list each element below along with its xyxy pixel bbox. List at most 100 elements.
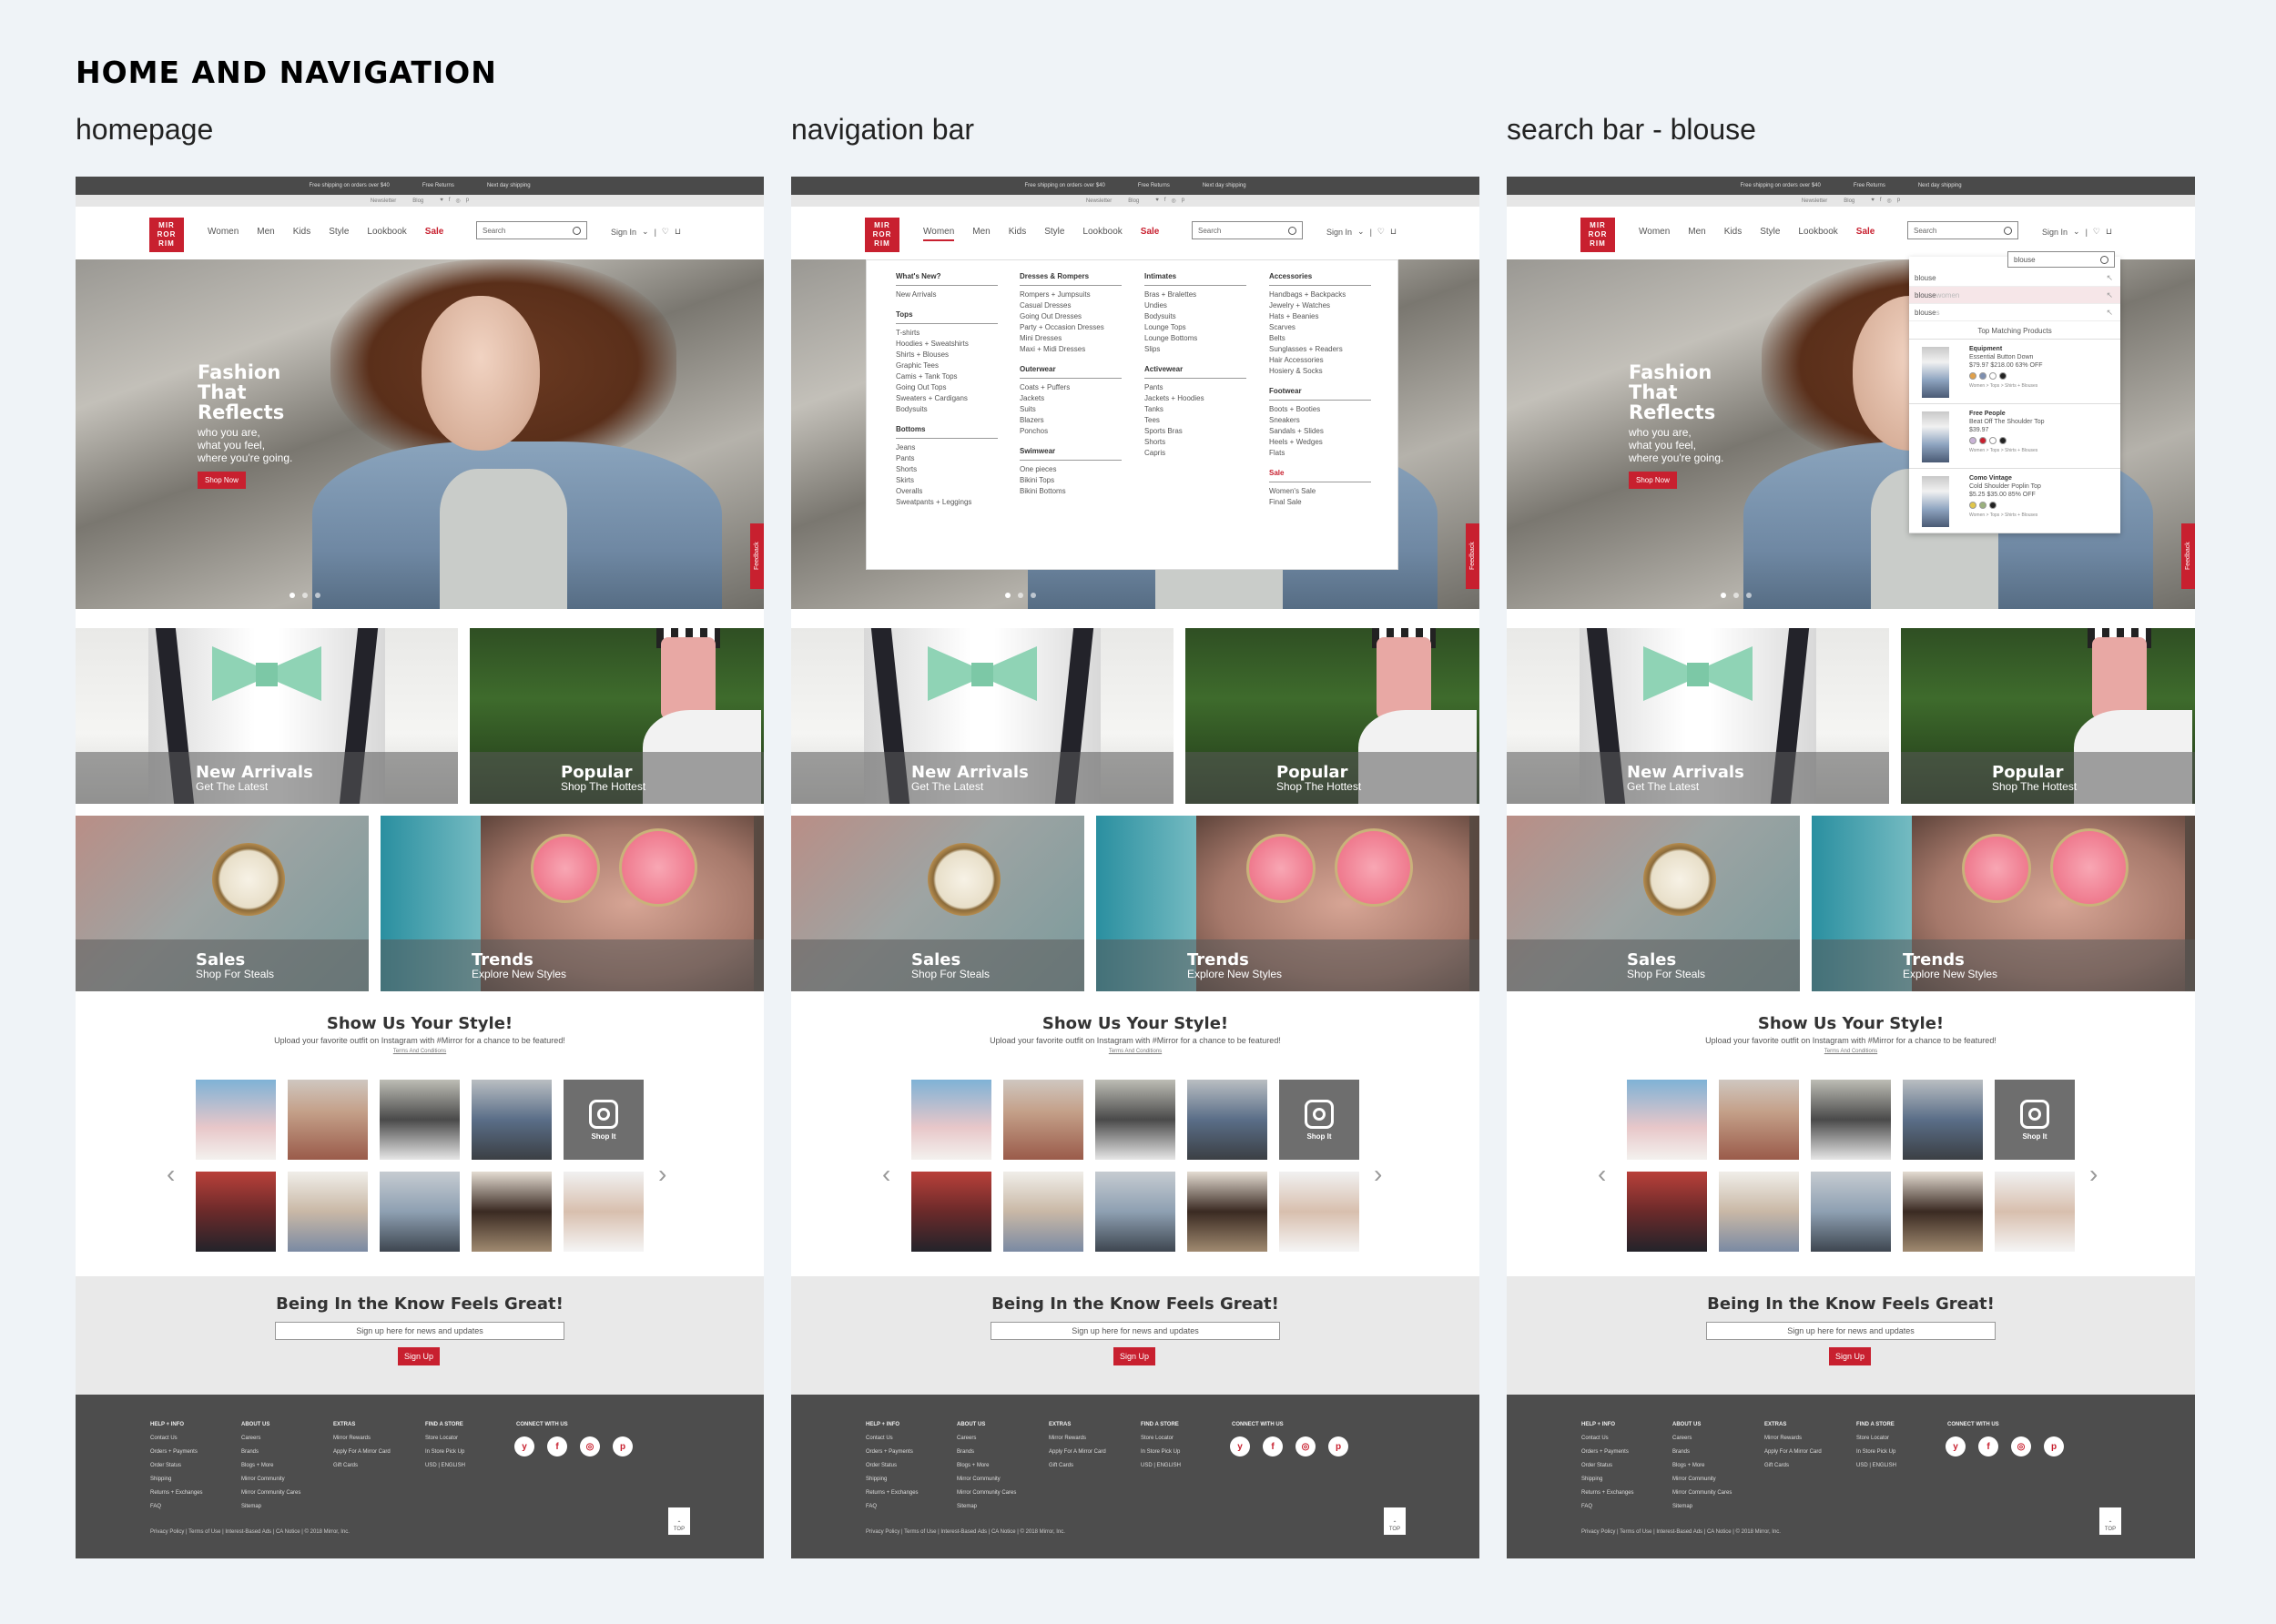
search-suggestion[interactable]: blouse ↖ [1909, 269, 2120, 287]
gallery-next-arrow[interactable]: › [2089, 1160, 2098, 1189]
terms-link[interactable]: Terms And Conditions [1507, 1049, 2195, 1054]
mega-menu-item[interactable]: Hosiery & Socks [1269, 366, 1371, 377]
sign-in-link[interactable]: Sign In [1326, 228, 1352, 237]
pinterest-icon[interactable]: p [2044, 1436, 2064, 1457]
footer-link[interactable]: Brands [957, 1446, 1016, 1459]
gallery-photo[interactable] [472, 1080, 552, 1160]
mega-menu-heading[interactable]: What's New? [896, 271, 998, 286]
mirror-logo[interactable]: MIR ROR RIM [865, 218, 899, 252]
legal-links[interactable]: Privacy Policy | Terms of Use | Interest… [1581, 1529, 1781, 1535]
mega-menu-item[interactable]: Shorts [1144, 437, 1246, 448]
footer-link[interactable]: Store Locator [425, 1432, 465, 1446]
mega-menu-item[interactable]: Bodysuits [896, 404, 998, 415]
hero-banner[interactable]: FashionThatReflects who you are,what you … [76, 259, 764, 609]
footer-link[interactable]: Orders + Payments [150, 1446, 203, 1459]
newsletter-link[interactable]: Newsletter [1086, 198, 1112, 204]
product-thumbnail[interactable] [1922, 347, 1949, 398]
instagram-icon[interactable]: ◎ [2011, 1436, 2031, 1457]
gallery-photo[interactable] [1003, 1172, 1083, 1252]
search-suggestion[interactable]: blouse women ↖ [1909, 287, 2120, 304]
back-to-top-button[interactable]: ⌃ TOP [2099, 1507, 2121, 1535]
footer-link[interactable]: Mirror Community [241, 1473, 300, 1487]
footer-link[interactable]: Contact Us [866, 1432, 919, 1446]
footer-link[interactable]: Order Status [1581, 1459, 1634, 1473]
footer-link[interactable]: Contact Us [150, 1432, 203, 1446]
color-swatch[interactable] [1989, 502, 1997, 509]
footer-link[interactable]: FAQ [866, 1500, 919, 1514]
gallery-photo[interactable] [911, 1080, 991, 1160]
carousel-dot[interactable] [290, 593, 295, 598]
footer-link[interactable]: Careers [1672, 1432, 1732, 1446]
twitter-icon[interactable]: ♥ [1155, 198, 1159, 204]
shop-now-button[interactable]: Shop Now [198, 472, 246, 489]
mega-menu-item[interactable]: Sandals + Slides [1269, 426, 1371, 437]
footer-link[interactable]: Gift Cards [1764, 1459, 1822, 1473]
gallery-photo[interactable] [1187, 1172, 1267, 1252]
arrow-up-left-icon[interactable]: ↖ [2106, 273, 2113, 283]
mega-menu-item[interactable]: Party + Occasion Dresses [1020, 322, 1122, 333]
heart-icon[interactable]: ♡ [1377, 227, 1385, 237]
category-tile-sales[interactable]: Sales Shop For Steals [791, 816, 1084, 991]
color-swatch[interactable] [1989, 372, 1997, 380]
footer-link[interactable]: Sitemap [241, 1500, 300, 1514]
instagram-icon[interactable]: ◎ [580, 1436, 600, 1457]
category-tile-popular[interactable]: Popular Shop The Hottest [1185, 628, 1479, 804]
instagram-icon[interactable]: ◎ [1887, 198, 1892, 204]
shop-it-instagram-tile[interactable]: Shop It [1279, 1080, 1359, 1160]
product-thumbnail[interactable] [1922, 411, 1949, 462]
footer-link[interactable]: Blogs + More [241, 1459, 300, 1473]
mega-menu-item[interactable]: Graphic Tees [896, 360, 998, 371]
footer-link[interactable]: Order Status [150, 1459, 203, 1473]
mega-menu-item[interactable]: Jackets [1020, 393, 1122, 404]
mega-menu-item[interactable]: Skirts [896, 475, 998, 486]
footer-link[interactable]: Blogs + More [957, 1459, 1016, 1473]
mega-menu-item[interactable]: Shirts + Blouses [896, 350, 998, 360]
back-to-top-button[interactable]: ⌃ TOP [668, 1507, 690, 1535]
newsletter-email-input[interactable]: Sign up here for news and updates [275, 1322, 564, 1340]
mega-menu-item[interactable]: Slips [1144, 344, 1246, 355]
mega-menu-item[interactable]: Sweatpants + Leggings [896, 497, 998, 508]
footer-link[interactable]: Returns + Exchanges [150, 1487, 203, 1500]
mega-menu-item[interactable]: Sneakers [1269, 415, 1371, 426]
footer-link[interactable]: In Store Pick Up [425, 1446, 465, 1459]
blog-link[interactable]: Blog [1844, 198, 1854, 204]
newsletter-email-input[interactable]: Sign up here for news and updates [1706, 1322, 1996, 1340]
matching-product[interactable]: Como Vintage Cold Shoulder Poplin Top $5.2… [1909, 469, 2120, 533]
mega-menu-item[interactable]: Hair Accessories [1269, 355, 1371, 366]
gallery-photo[interactable] [1719, 1080, 1799, 1160]
nav-item-women[interactable]: Women [923, 227, 955, 241]
pinterest-icon[interactable]: p [613, 1436, 633, 1457]
nav-item-men[interactable]: Men [1688, 227, 1705, 237]
category-tile-popular[interactable]: Popular Shop The Hottest [1901, 628, 2195, 804]
mega-menu-item[interactable]: Jeans [896, 442, 998, 453]
nav-item-women[interactable]: Women [1639, 227, 1670, 237]
mega-menu-item[interactable]: Tanks [1144, 404, 1246, 415]
mega-menu-heading[interactable]: Dresses & Rompers [1020, 271, 1122, 286]
mega-menu-item[interactable]: Women's Sale [1269, 486, 1371, 497]
footer-link[interactable]: USD | ENGLISH [425, 1459, 465, 1473]
mega-menu-item[interactable]: Bras + Bralettes [1144, 289, 1246, 300]
pinterest-icon[interactable]: p [1328, 1436, 1348, 1457]
mega-menu-heading[interactable]: Tops [896, 310, 998, 324]
category-tile-trends[interactable]: Trends Explore New Styles [381, 816, 764, 991]
search-input[interactable]: Search [476, 221, 587, 239]
color-swatch[interactable] [1979, 437, 1986, 444]
footer-link[interactable]: Mirror Rewards [1049, 1432, 1106, 1446]
mega-menu-item[interactable]: Final Sale [1269, 497, 1371, 508]
color-swatch[interactable] [1999, 437, 2007, 444]
search-icon[interactable] [2004, 227, 2012, 235]
category-tile-popular[interactable]: Popular Shop The Hottest [470, 628, 764, 804]
nav-item-lookbook[interactable]: Lookbook [1082, 227, 1122, 241]
gallery-photo[interactable] [1627, 1080, 1707, 1160]
gallery-photo[interactable] [1903, 1172, 1983, 1252]
footer-link[interactable]: Gift Cards [333, 1459, 391, 1473]
feedback-tab[interactable]: Feedback [2181, 523, 2195, 589]
mega-menu-item[interactable]: Handbags + Backpacks [1269, 289, 1371, 300]
gallery-photo[interactable] [1811, 1172, 1891, 1252]
instagram-icon[interactable]: ◎ [456, 198, 461, 204]
mega-menu-item[interactable]: Sports Bras [1144, 426, 1246, 437]
arrow-up-left-icon[interactable]: ↖ [2106, 308, 2113, 318]
legal-links[interactable]: Privacy Policy | Terms of Use | Interest… [150, 1529, 350, 1535]
newsletter-link[interactable]: Newsletter [1802, 198, 1827, 204]
mega-menu-item[interactable]: Bikini Bottoms [1020, 486, 1122, 497]
